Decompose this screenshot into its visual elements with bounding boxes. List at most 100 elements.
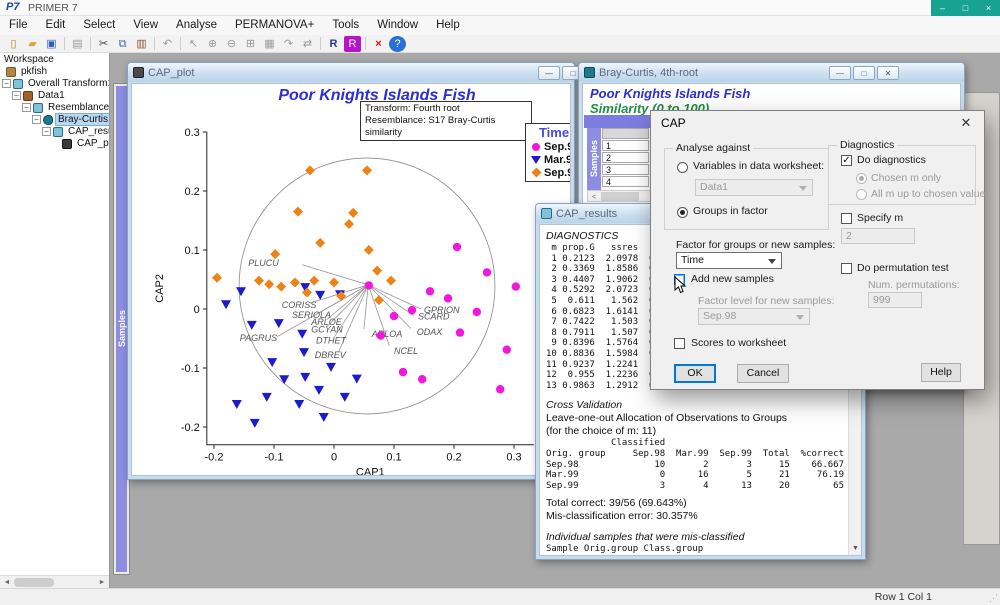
tree-item-workspace[interactable]: Workspace (0, 54, 109, 65)
point-mar99 (247, 321, 257, 330)
new-icon[interactable]: ▯ (5, 36, 22, 52)
results-line: Orig. group Sep.98 Mar.99 Sep.99 Total %… (546, 449, 847, 460)
help-icon[interactable]: ? (389, 36, 406, 52)
x-tick-label: -0.2 (205, 452, 224, 464)
paste-icon[interactable]: ▥ (133, 36, 150, 52)
tree-horizontal-scrollbar[interactable]: ◄ ► (0, 575, 109, 588)
scores-to-worksheet-checkbox[interactable] (674, 338, 685, 349)
cut-icon[interactable]: ✂ (95, 36, 112, 52)
do-permutation-label[interactable]: Do permutation test (857, 262, 949, 274)
legend-entry-mar99: Mar.99 (530, 153, 571, 166)
tree-item-pkfish[interactable]: pkfish (0, 66, 109, 77)
point-sep99 (364, 245, 374, 255)
scroll-left-icon[interactable]: < (588, 192, 600, 203)
y-tick-label: 0.3 (185, 127, 200, 139)
circle-marker-icon (530, 143, 542, 151)
tree-item-bray-curtis-4[interactable]: −Bray-Curtis, 4 (0, 114, 109, 125)
expand-collapse-icon[interactable]: − (2, 79, 11, 88)
menu-select[interactable]: Select (74, 16, 124, 35)
sample-row-2[interactable]: 2 (602, 152, 649, 163)
expand-collapse-icon[interactable]: − (12, 91, 21, 100)
maximize-icon[interactable]: □ (954, 0, 977, 16)
do-diagnostics-label[interactable]: Do diagnostics (857, 154, 926, 166)
menu-analyse[interactable]: Analyse (167, 16, 226, 35)
save-icon[interactable]: ▣ (43, 36, 60, 52)
expand-collapse-icon[interactable]: − (42, 127, 51, 136)
tree-item-data1[interactable]: −Data1 (0, 90, 109, 101)
mouse-cursor (674, 276, 688, 294)
bray-curtis-titlebar[interactable]: Bray-Curtis, 4th-root — □ ✕ (579, 63, 964, 82)
sample-row-4[interactable]: 4 (602, 176, 649, 187)
open-icon[interactable]: ▰ (24, 36, 41, 52)
menu-file[interactable]: File (0, 16, 37, 35)
tree-item-cap-resu[interactable]: −CAP_resu (0, 126, 109, 137)
copy-icon[interactable]: ⧉ (114, 36, 131, 52)
tree-item-cap-p[interactable]: CAP_p (0, 138, 109, 149)
toolbar: ▯▰▣▤✂⧉▥↶↖⊕⊖⊞▦↷⇄RR×? (0, 35, 1000, 53)
minimize-icon[interactable]: — (538, 66, 560, 80)
ok-button[interactable]: OK (674, 364, 716, 383)
triangle-down-marker-icon (530, 156, 542, 164)
minimize-icon[interactable]: – (931, 0, 954, 16)
point-sep98 (456, 328, 464, 336)
tree-item-overall-transform1[interactable]: −Overall Transform1 (0, 78, 109, 89)
menu-view[interactable]: View (124, 16, 167, 35)
cap-dialog[interactable]: CAP ✕ Analyse against Variables in data … (650, 110, 985, 390)
tree-item-resemblance1[interactable]: −Resemblance1 (0, 102, 109, 113)
scores-to-worksheet-label[interactable]: Scores to worksheet (691, 337, 786, 349)
expand-collapse-icon[interactable]: − (32, 115, 41, 124)
worksheet-cell[interactable] (602, 128, 649, 139)
scroll-down-icon[interactable]: ▼ (849, 542, 862, 555)
scroll-right-icon[interactable]: ► (96, 577, 108, 588)
plot-window-icon (133, 67, 144, 78)
scroll-thumb[interactable] (14, 578, 54, 587)
x-tick-label: -0.1 (265, 452, 284, 464)
close-icon[interactable]: ✕ (877, 66, 899, 80)
do-permutation-checkbox[interactable] (841, 263, 852, 274)
resize-grip-icon[interactable]: ⋰ (989, 593, 998, 604)
minimize-icon[interactable]: — (829, 66, 851, 80)
menu-tools[interactable]: Tools (323, 16, 368, 35)
variables-radio[interactable] (677, 162, 688, 173)
point-sep99 (374, 295, 384, 305)
cap-plot-titlebar[interactable]: CAP_plot — □ ✕ (128, 63, 574, 82)
point-sep99 (293, 207, 303, 217)
sheet-icon (13, 79, 23, 89)
factor-combo[interactable]: Time (676, 252, 782, 269)
groups-in-factor-label[interactable]: Groups in factor (693, 205, 768, 217)
do-diagnostics-checkbox[interactable]: ✓ (841, 155, 852, 166)
scroll-thumb[interactable] (601, 192, 639, 201)
delete-icon[interactable]: × (370, 36, 387, 52)
resemblance-highlight-icon[interactable]: R (344, 36, 361, 52)
undo-icon: ↶ (159, 36, 176, 52)
analyse-against-legend: Analyse against (673, 142, 753, 154)
groups-in-factor-radio[interactable] (677, 207, 688, 218)
menu-help[interactable]: Help (427, 16, 469, 35)
specify-m-label[interactable]: Specify m (857, 212, 903, 224)
sample-row-3[interactable]: 3 (602, 164, 649, 175)
point-sep99 (329, 277, 339, 287)
resemblance-icon[interactable]: R (325, 36, 342, 52)
species-vector-odax (368, 285, 411, 329)
close-icon[interactable]: × (977, 0, 1000, 16)
cancel-button[interactable]: Cancel (737, 364, 789, 383)
variables-radio-label[interactable]: Variables in data worksheet: (693, 160, 824, 172)
add-new-samples-label[interactable]: Add new samples (691, 273, 774, 285)
expand-collapse-icon[interactable]: − (22, 103, 31, 112)
scroll-left-icon[interactable]: ◄ (1, 577, 13, 588)
sample-row-1[interactable]: 1 (602, 140, 649, 151)
cap-plot-window[interactable]: CAP_plot — □ ✕ Poor Knights Islands Fish… (127, 62, 575, 480)
specify-m-checkbox[interactable] (841, 213, 852, 224)
help-button[interactable]: Help (921, 363, 961, 382)
maximize-icon[interactable]: □ (853, 66, 875, 80)
menu-edit[interactable]: Edit (37, 16, 75, 35)
point-sep98 (473, 308, 481, 316)
results-window-icon (541, 208, 552, 219)
results-line: Classified (546, 438, 847, 449)
data-icon (23, 91, 33, 101)
num-permutations-input: 999 (868, 292, 922, 308)
menu-window[interactable]: Window (368, 16, 427, 35)
point-mar99 (319, 413, 329, 422)
close-icon[interactable]: ✕ (956, 114, 976, 132)
menu-permanova[interactable]: PERMANOVA+ (226, 16, 323, 35)
